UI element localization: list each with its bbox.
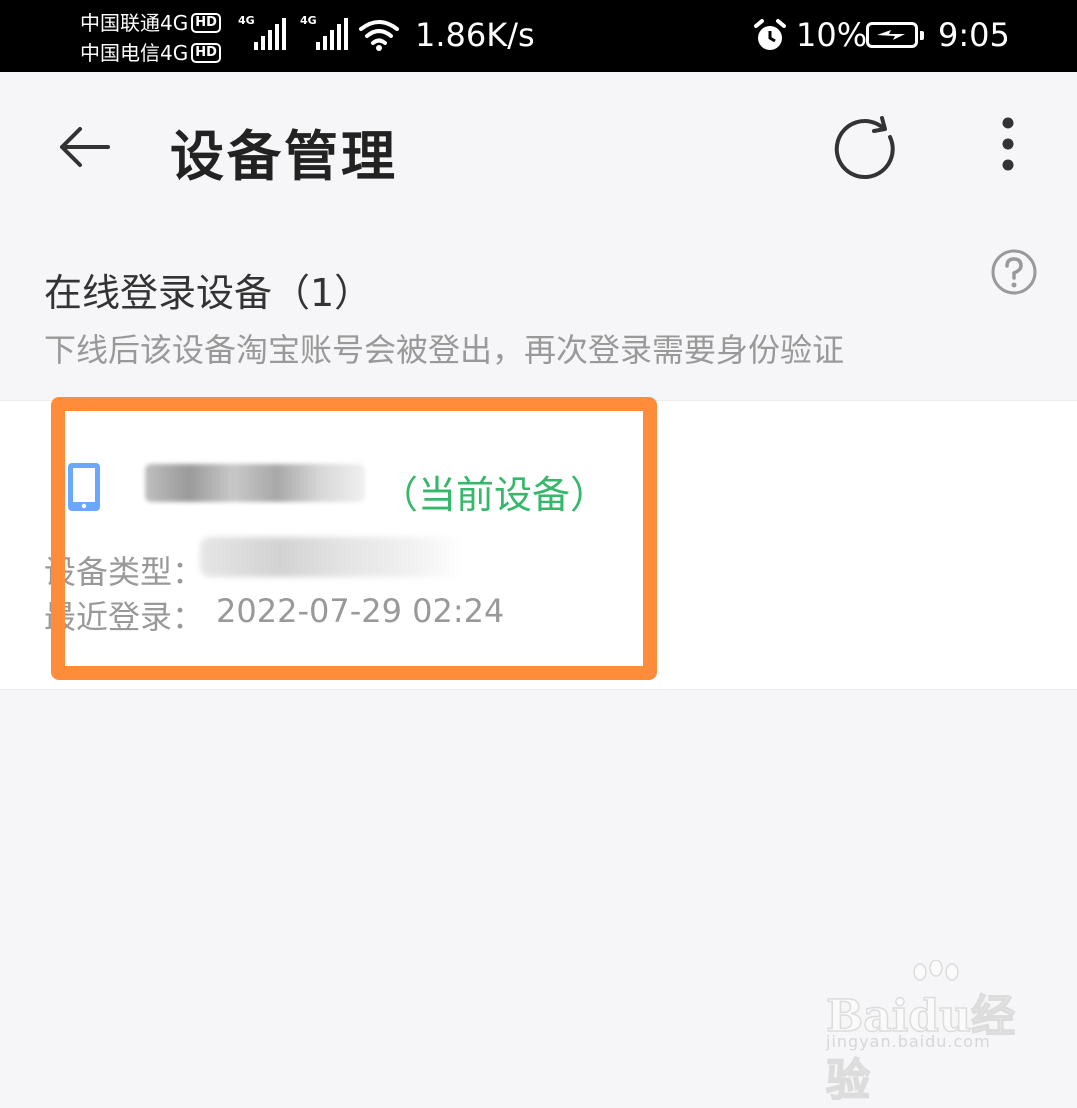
baidu-watermark: Baidu经验 jingyan.baidu.com [825,960,1026,1107]
more-icon[interactable] [990,115,1026,181]
network-speed: 1.86K/s [415,16,535,54]
hd-badge: HD [191,43,221,63]
refresh-icon[interactable] [830,115,896,181]
carrier-2: 中国电信4G [80,41,189,65]
hd-badge: HD [191,13,221,33]
carrier-1: 中国联通4G [80,11,189,35]
clock: 9:05 [938,16,1010,54]
battery-charging-icon [866,22,924,48]
help-icon[interactable] [990,248,1038,296]
back-arrow-icon[interactable] [56,117,116,177]
status-bar: 中国联通4G HD 中国电信4G HD 4G 4G 1.86K/s 10% 9:… [0,0,1077,72]
battery-percent: 10% [796,16,868,54]
section-description: 下线后该设备淘宝账号会被登出，再次登录需要身份验证 [44,331,845,369]
section-title: 在线登录设备（1） [44,271,373,315]
watermark-url: jingyan.baidu.com [826,1032,991,1051]
carrier-info: 中国联通4G HD 中国电信4G HD [80,8,221,68]
page-title: 设备管理 [170,125,398,188]
app-header: 设备管理 [0,72,1077,222]
alarm-icon [754,19,786,50]
wifi-icon [359,20,399,51]
highlight-box [51,397,657,680]
